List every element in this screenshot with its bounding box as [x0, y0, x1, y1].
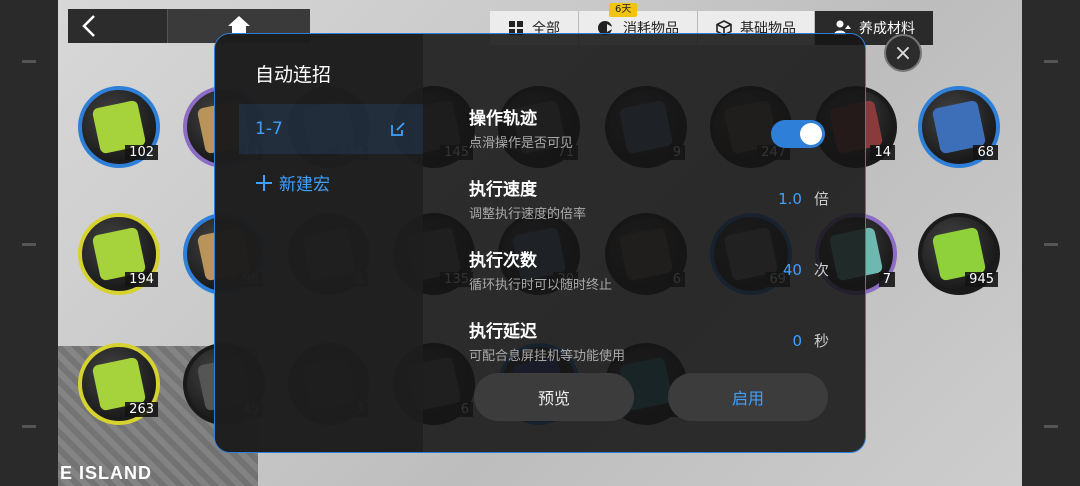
setting-speed: 执行速度 调整执行速度的倍率 1.0 倍 — [469, 175, 829, 225]
item-count: 7 — [878, 272, 895, 287]
back-button[interactable] — [68, 9, 168, 43]
macro-list-item[interactable]: 1-7 — [239, 104, 423, 154]
item-count: 263 — [125, 402, 158, 417]
inventory-item[interactable]: 102 — [78, 86, 160, 168]
close-button[interactable]: × — [884, 34, 922, 72]
item-count: 102 — [125, 145, 158, 160]
speed-value[interactable]: 1.0 倍 — [778, 188, 829, 209]
enable-button[interactable]: 启用 — [668, 373, 828, 421]
setting-title: 执行次数 — [469, 251, 537, 271]
setting-desc: 可配合息屏挂机等功能使用 — [469, 349, 626, 364]
inventory-item[interactable]: 263 — [78, 343, 160, 425]
speed-unit: 倍 — [813, 190, 829, 208]
expiry-badge: 6天 — [609, 3, 638, 17]
chevron-left-icon — [82, 15, 95, 37]
plus-icon — [256, 174, 272, 191]
delay-number: 0 — [792, 331, 802, 350]
item-count: 68 — [973, 145, 998, 160]
item-count: 945 — [965, 272, 998, 287]
setting-title: 执行延迟 — [469, 322, 537, 342]
delay-value[interactable]: 0 秒 — [792, 330, 829, 351]
setting-title: 执行速度 — [469, 180, 537, 200]
macro-name: 1-7 — [255, 119, 283, 139]
count-number: 40 — [782, 260, 802, 279]
setting-delay: 执行延迟 可配合息屏挂机等功能使用 0 秒 — [469, 317, 829, 367]
item-count: 14 — [870, 145, 895, 160]
left-frame — [0, 0, 58, 486]
item-count: 194 — [125, 272, 158, 287]
island-text: E ISLAND — [60, 463, 153, 483]
setting-count: 执行次数 循环执行时可以随时终止 40 次 — [469, 246, 829, 296]
setting-desc: 循环执行时可以随时终止 — [469, 278, 613, 293]
inventory-item[interactable]: 194 — [78, 213, 160, 295]
close-icon: × — [893, 40, 913, 66]
preview-button[interactable]: 预览 — [474, 373, 634, 421]
toggle-knob — [800, 123, 822, 145]
macro-sidebar — [215, 34, 423, 452]
trajectory-toggle[interactable] — [771, 120, 825, 148]
inventory-item[interactable]: 68 — [918, 86, 1000, 168]
speed-number: 1.0 — [778, 189, 802, 208]
count-unit: 次 — [813, 261, 829, 279]
right-frame — [1022, 0, 1080, 486]
inventory-item[interactable]: 945 — [918, 213, 1000, 295]
setting-trajectory: 操作轨迹 点滑操作是否可见 — [469, 104, 829, 154]
edit-icon[interactable] — [389, 120, 407, 138]
new-macro-button[interactable]: 新建宏 — [255, 170, 330, 195]
count-value[interactable]: 40 次 — [783, 259, 829, 280]
dialog-title: 自动连招 — [255, 64, 332, 86]
auto-combo-dialog: 自动连招 1-7 新建宏 操作轨迹 点滑操作是否可见 执行速度 调整执行速度的倍… — [214, 33, 866, 453]
setting-desc: 调整执行速度的倍率 — [469, 207, 587, 222]
delay-unit: 秒 — [813, 332, 829, 350]
new-macro-label: 新建宏 — [279, 175, 330, 195]
